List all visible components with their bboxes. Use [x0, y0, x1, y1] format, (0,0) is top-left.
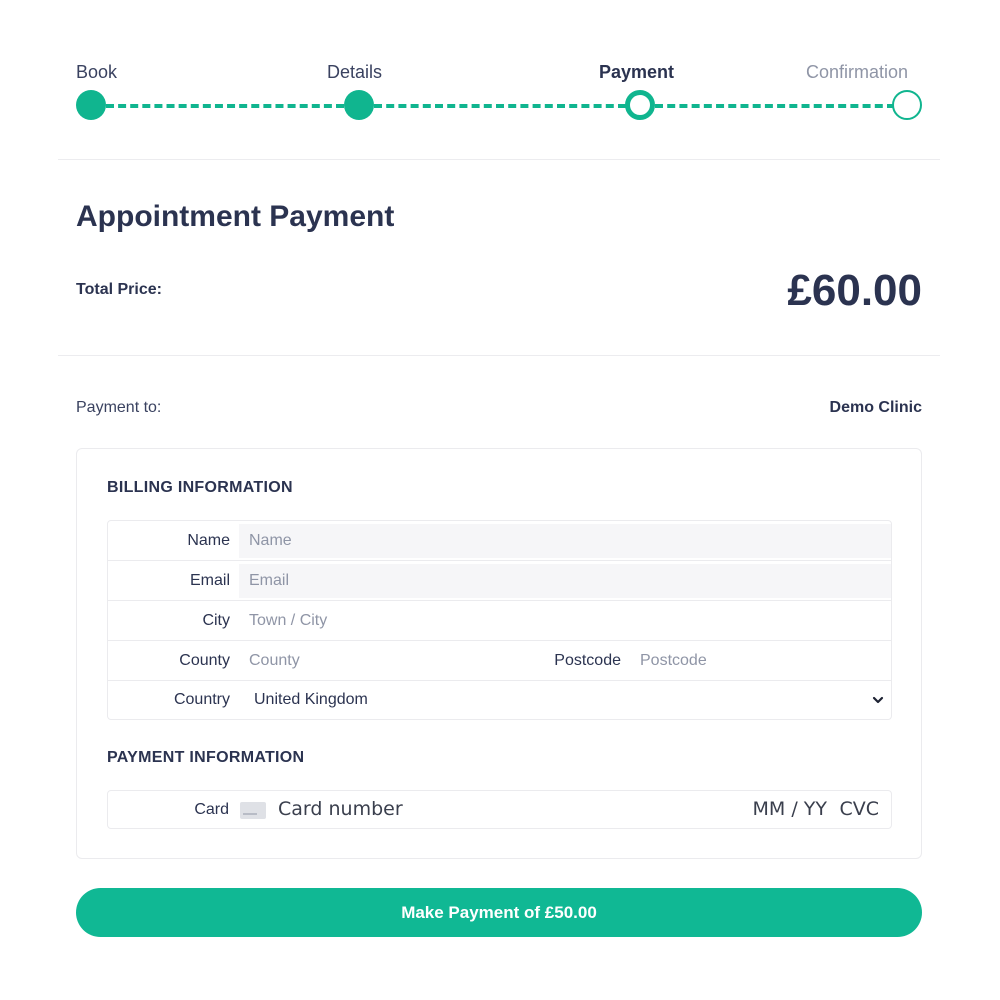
billing-form: Name Email City County Postcode Country … [107, 520, 892, 720]
step-dot-payment [625, 90, 655, 120]
card-number-input[interactable]: Card number [278, 791, 403, 828]
step-connector [106, 104, 344, 108]
billing-section-title: BILLING INFORMATION [107, 479, 293, 496]
step-dot-details [344, 90, 374, 120]
card-expiry-input[interactable]: MM / YY [753, 791, 827, 828]
county-label: County [179, 652, 230, 669]
country-label: Country [173, 691, 230, 708]
card-label: Card [194, 801, 229, 818]
step-connector [374, 104, 626, 108]
postcode-label: Postcode [554, 652, 621, 669]
step-connector [655, 104, 895, 108]
city-field[interactable] [239, 604, 891, 638]
chevron-down-icon[interactable] [871, 693, 885, 707]
email-label: Email [189, 572, 230, 589]
county-postcode-row: County Postcode [108, 641, 891, 681]
divider [58, 159, 940, 160]
postcode-field[interactable] [630, 644, 891, 678]
step-label-payment: Payment [599, 62, 675, 82]
city-label: City [202, 612, 230, 629]
payment-form-panel: BILLING INFORMATION Name Email City Coun… [76, 448, 922, 859]
page-title: Appointment Payment [76, 200, 395, 233]
make-payment-button[interactable]: Make Payment of £50.00 [76, 888, 922, 937]
divider [58, 355, 940, 356]
total-price-value: £60.00 [787, 266, 922, 315]
step-dot-book [76, 90, 106, 120]
total-price-label: Total Price: [76, 281, 162, 298]
step-label-confirmation: Confirmation [806, 62, 909, 82]
county-field[interactable] [239, 644, 529, 678]
name-field[interactable] [239, 524, 891, 558]
step-label-details: Details [327, 62, 383, 82]
card-input-row[interactable]: Card Card number MM / YY CVC [107, 790, 892, 829]
city-row: City [108, 601, 891, 641]
credit-card-icon [240, 802, 266, 819]
name-label: Name [187, 532, 230, 549]
payment-to-label: Payment to: [76, 399, 162, 416]
payment-section-title: PAYMENT INFORMATION [107, 749, 305, 766]
step-dot-confirmation [892, 90, 922, 120]
card-cvc-input[interactable]: CVC [839, 791, 879, 828]
step-label-book: Book [76, 62, 118, 82]
country-row[interactable]: Country United Kingdom [108, 681, 891, 719]
email-row: Email [108, 561, 891, 601]
email-field[interactable] [239, 564, 891, 598]
name-row: Name [108, 521, 891, 561]
progress-stepper: Book Details Payment Confirmation [0, 0, 1000, 140]
country-select[interactable]: United Kingdom [254, 681, 368, 719]
payment-to-value: Demo Clinic [829, 399, 922, 416]
